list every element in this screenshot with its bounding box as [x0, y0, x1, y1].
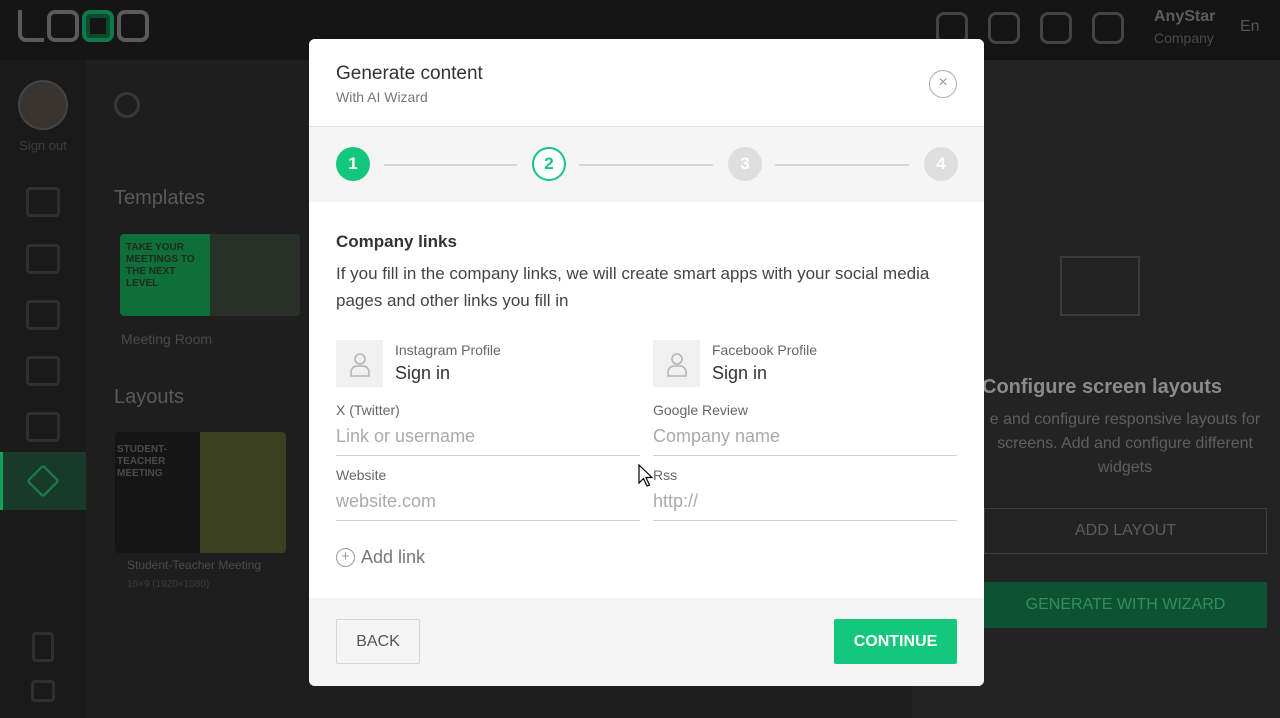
account-menu[interactable]: AnyStar Company [1154, 8, 1215, 46]
look-logo[interactable] [18, 10, 149, 42]
search-icon[interactable] [114, 92, 140, 118]
instagram-profile-label: Instagram Profile [395, 342, 501, 358]
facebook-profile-label: Facebook Profile [712, 342, 818, 358]
facebook-profile[interactable]: Facebook Profile Sign in [653, 340, 817, 388]
section-title: Company links [336, 232, 457, 251]
template-card-label: Meeting Room [121, 331, 213, 347]
modal-title: Generate content [336, 63, 483, 84]
step-2: 2 [532, 147, 566, 181]
facebook-sign-in[interactable]: Sign in [712, 363, 817, 384]
layout-card-label: Student-Teacher Meeting [127, 558, 262, 572]
screens-icon[interactable] [26, 187, 60, 217]
user-icon [653, 340, 700, 387]
modal-subtitle: With AI Wizard [336, 89, 428, 105]
schedule-icon[interactable] [26, 356, 60, 386]
rss-field: Rss [653, 467, 957, 521]
users-icon[interactable] [988, 12, 1020, 44]
templates-title: Templates [114, 187, 206, 209]
instagram-profile-text: Instagram Profile Sign in [395, 340, 501, 388]
layout-card-image [200, 432, 286, 553]
logo-letter [47, 10, 79, 42]
website-field-label: Website [336, 467, 387, 483]
twitter-input[interactable] [336, 418, 640, 456]
twitter-field: X (Twitter) [336, 402, 640, 456]
step-connector [579, 164, 713, 166]
company-links-section: Company links If you fill in the company… [309, 202, 984, 598]
website-input[interactable] [336, 483, 640, 521]
modal-header: Generate content With AI Wizard × [309, 39, 984, 127]
layout-card-text: STUDENT-TEACHER MEETING [117, 444, 167, 479]
sign-out-link[interactable]: Sign out [0, 138, 86, 153]
rss-input[interactable] [653, 483, 957, 521]
generate-content-modal: Generate content With AI Wizard × 1 2 3 … [309, 39, 984, 686]
facebook-profile-text: Facebook Profile Sign in [712, 340, 817, 388]
template-card-text: TAKE YOUR MEETINGS TO THE NEXT LEVEL [120, 234, 210, 316]
wizard-stepper: 1 2 3 4 [336, 147, 958, 183]
account-role: Company [1154, 30, 1214, 46]
bell-icon[interactable] [1040, 12, 1072, 44]
playlist-icon[interactable] [26, 300, 60, 330]
google-review-field: Google Review [653, 402, 957, 456]
apps-icon[interactable] [26, 412, 60, 442]
layout-card-size: 16×9 (1920×1080) [127, 579, 210, 590]
logo-letter [117, 10, 149, 42]
google-review-input[interactable] [653, 418, 957, 456]
right-panel-title: Configure screen layouts [982, 376, 1223, 398]
user-icon [336, 340, 383, 387]
right-panel-description: e and configure responsive layouts for s… [989, 411, 1261, 476]
plus-circle-icon: + [336, 548, 355, 567]
template-card-image [210, 234, 300, 316]
back-button[interactable]: BACK [336, 619, 420, 664]
add-link-label: Add link [361, 547, 426, 567]
generate-with-wizard-button[interactable]: GENERATE WITH WIZARD [984, 582, 1267, 628]
continue-button[interactable]: CONTINUE [834, 619, 957, 664]
close-icon[interactable]: × [929, 70, 957, 98]
step-3: 3 [728, 147, 762, 181]
chat-icon[interactable] [31, 680, 55, 702]
website-field: Website [336, 467, 640, 521]
sidebar: Sign out [0, 60, 86, 718]
template-card[interactable]: TAKE YOUR MEETINGS TO THE NEXT LEVEL [120, 234, 300, 316]
account-name: AnyStar [1154, 8, 1216, 25]
add-link-button[interactable]: + Add link [336, 547, 425, 568]
language-selector[interactable]: En [1240, 18, 1260, 36]
step-4: 4 [924, 147, 958, 181]
step-connector [775, 164, 909, 166]
google-review-field-label: Google Review [653, 402, 748, 418]
twitter-field-label: X (Twitter) [336, 402, 400, 418]
layout-card[interactable]: STUDENT-TEACHER MEETING [115, 432, 286, 553]
logo-letter [18, 10, 44, 42]
avatar[interactable] [18, 80, 68, 130]
add-layout-button[interactable]: ADD LAYOUT [984, 508, 1267, 554]
sliders-icon[interactable] [1092, 12, 1124, 44]
layouts-title: Layouts [114, 386, 185, 408]
step-1: 1 [336, 147, 370, 181]
layout-illustration [1060, 256, 1140, 316]
document-icon[interactable] [32, 632, 54, 662]
rss-field-label: Rss [653, 467, 678, 483]
step-connector [384, 164, 517, 166]
logo-letter [82, 10, 114, 42]
media-icon[interactable] [26, 244, 60, 274]
modal-footer: BACK CONTINUE [309, 598, 984, 686]
instagram-sign-in[interactable]: Sign in [395, 363, 501, 384]
instagram-profile[interactable]: Instagram Profile Sign in [336, 340, 501, 388]
section-description: If you fill in the company links, we wil… [336, 264, 930, 310]
